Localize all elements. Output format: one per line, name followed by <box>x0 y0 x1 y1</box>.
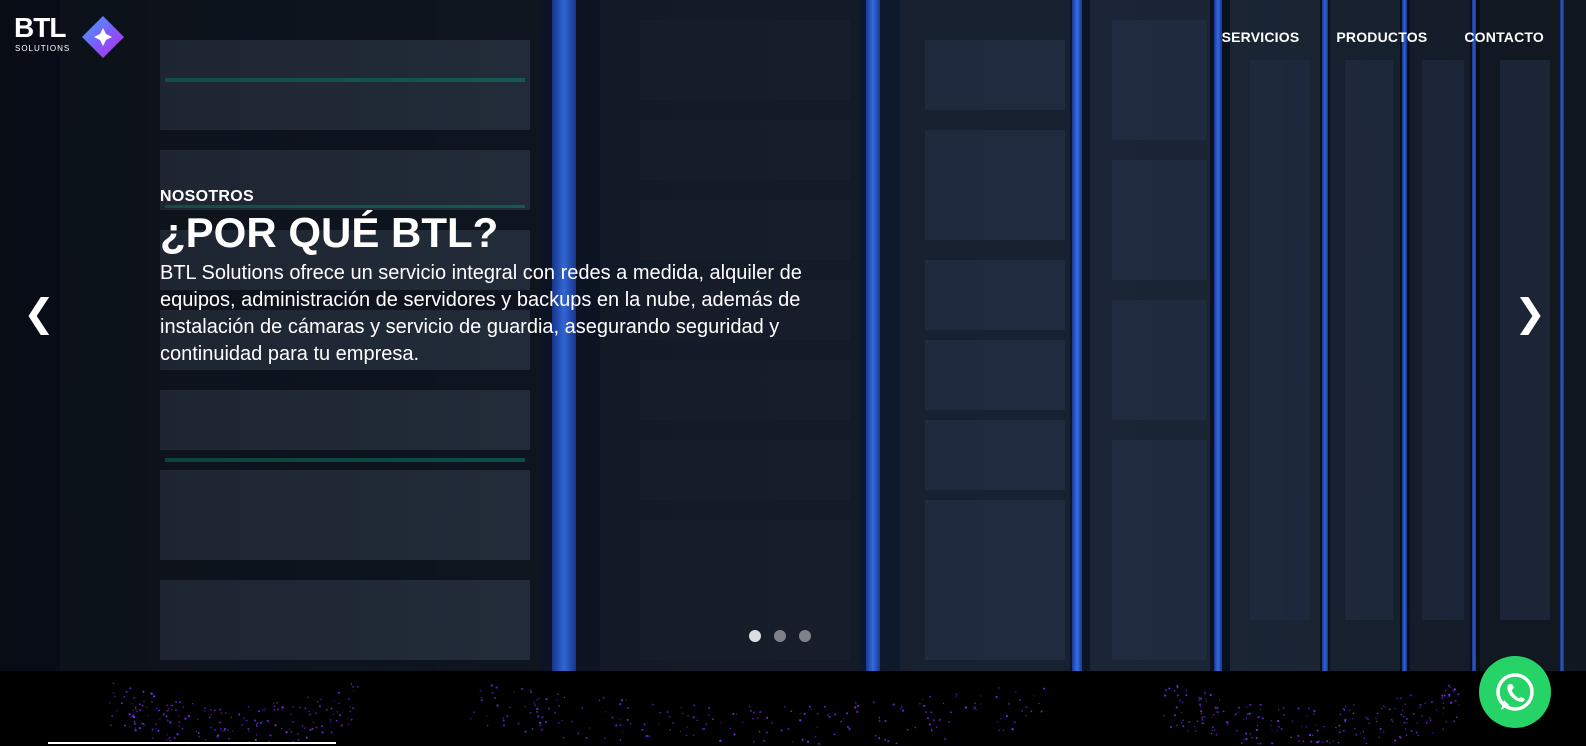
hero-eyebrow: NOSOTROS <box>160 188 254 205</box>
hero-caption: NOSOTROS ¿POR QUÉ BTL? BTL Solutions ofr… <box>160 188 820 368</box>
slide-indicators <box>749 630 811 642</box>
hero-slider: NOSOTROS ¿POR QUÉ BTL? BTL Solutions ofr… <box>0 0 1586 671</box>
brand-logo[interactable]: BTL SOLUTIONS <box>14 14 129 60</box>
whatsapp-icon <box>1496 673 1534 711</box>
logo-wordmark: BTL <box>14 12 66 43</box>
bottom-section <box>0 671 1586 746</box>
diamond-logo-icon <box>82 16 124 58</box>
logo-tagline: SOLUTIONS <box>15 44 71 53</box>
prev-slide-button[interactable]: ❮ <box>23 291 55 335</box>
nav-item-servicios[interactable]: SERVICIOS <box>1222 29 1300 45</box>
site-header: BTL SOLUTIONS SERVICIOS PRODUCTOS CONTAC… <box>0 0 1586 72</box>
chevron-left-icon: ❮ <box>23 291 55 335</box>
logo-text: BTL SOLUTIONS <box>14 12 71 54</box>
bottom-divider <box>48 742 336 744</box>
chevron-right-icon: ❯ <box>1514 291 1546 335</box>
slide-dot-1[interactable] <box>749 630 761 642</box>
nav-item-productos[interactable]: PRODUCTOS <box>1336 29 1427 45</box>
hero-description: BTL Solutions ofrece un servicio integra… <box>160 262 802 365</box>
hero-title: ¿POR QUÉ BTL? <box>160 209 499 256</box>
slide-dot-2[interactable] <box>774 630 786 642</box>
main-nav: SERVICIOS PRODUCTOS CONTACTO <box>1222 29 1544 45</box>
particle-wave-decoration <box>109 682 1460 746</box>
slide-dot-3[interactable] <box>799 630 811 642</box>
whatsapp-button[interactable] <box>1479 656 1551 728</box>
nav-item-contacto[interactable]: CONTACTO <box>1464 29 1544 45</box>
next-slide-button[interactable]: ❯ <box>1514 291 1546 335</box>
